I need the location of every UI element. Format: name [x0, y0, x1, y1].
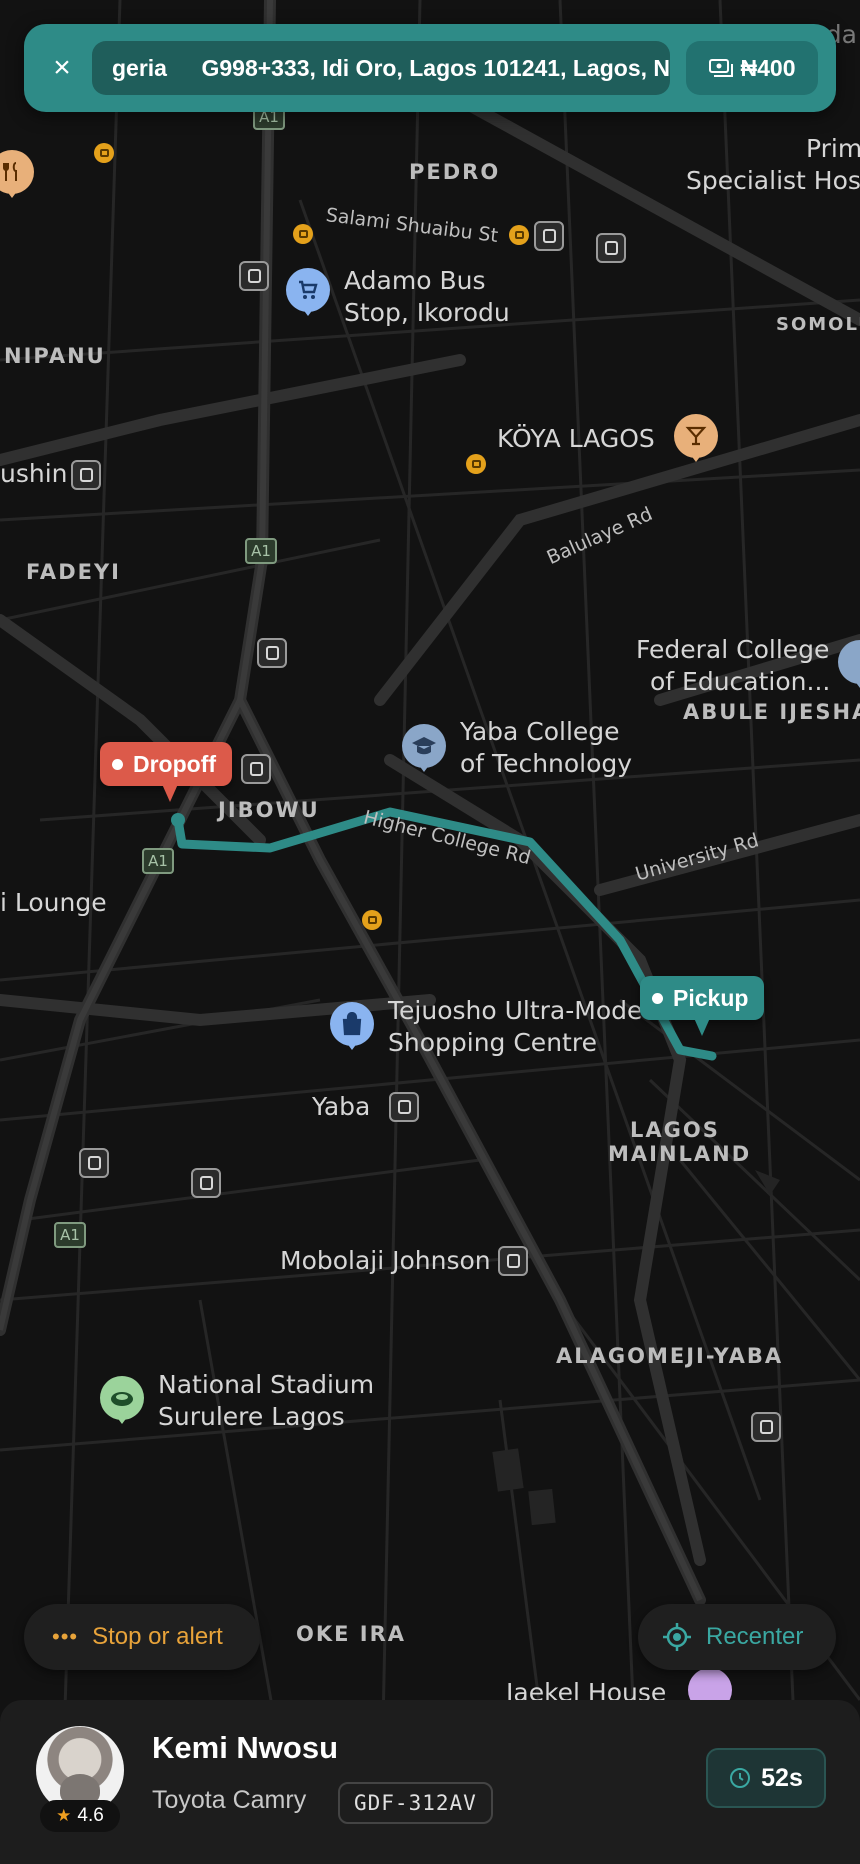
- fare-amount: ₦400: [740, 54, 796, 81]
- bus-stop-icon[interactable]: [71, 460, 101, 490]
- place-federal-line2: of Education...: [650, 667, 831, 696]
- place-adamo-line2: Stop, Ikorodu: [344, 298, 510, 327]
- rating-value: 4.6: [77, 1805, 104, 1826]
- shopping-bag-icon[interactable]: [330, 1002, 374, 1050]
- place-stadium-line1: National Stadium: [158, 1370, 375, 1399]
- star-icon: ★: [56, 1806, 72, 1825]
- driver-card: ★ 4.6 Kemi Nwosu Toyota Camry GDF-312AV …: [0, 1700, 860, 1864]
- district-pedro: PEDRO: [409, 160, 501, 184]
- district-fadeyi: FADEYI: [26, 560, 121, 584]
- bus-stop-icon[interactable]: [534, 221, 564, 251]
- pickup-pin[interactable]: Pickup: [640, 976, 765, 1036]
- transit-stop-icon[interactable]: [466, 454, 486, 474]
- recenter-label: Recenter: [706, 1623, 804, 1650]
- place-stadium-line2: Surulere Lagos: [158, 1402, 345, 1431]
- transit-stop-icon[interactable]: [509, 225, 529, 245]
- eta-value: 52s: [761, 1763, 803, 1792]
- highway-shield: A1: [54, 1222, 86, 1248]
- stop-or-alert-label: Stop or alert: [92, 1623, 223, 1650]
- place-yaba: Yaba: [312, 1092, 371, 1121]
- bus-stop-icon[interactable]: [498, 1246, 528, 1276]
- place-mobolaji: Mobolaji Johnson: [280, 1246, 491, 1275]
- cocktail-icon[interactable]: [674, 414, 718, 462]
- eta-badge: 52s: [706, 1748, 826, 1808]
- place-yaba-college-line2: of Technology: [460, 749, 633, 778]
- trip-header: × geria G998+333, Idi Oro, Lagos 101241,…: [24, 24, 836, 112]
- dropoff-label: Dropoff: [133, 750, 217, 777]
- stadium-icon[interactable]: [100, 1376, 144, 1424]
- transit-stop-icon[interactable]: [293, 224, 313, 244]
- dropoff-pin[interactable]: Dropoff: [100, 742, 233, 802]
- place-ushin: ushin: [0, 459, 68, 488]
- place-tejuosho-line2: Shopping Centre: [388, 1028, 597, 1057]
- bus-stop-icon[interactable]: [257, 638, 287, 668]
- district-abule-ijesha: ABULE IJESHA: [683, 700, 860, 724]
- district-lagos: LAGOS: [630, 1118, 720, 1142]
- more-dots-icon: •••: [52, 1624, 79, 1649]
- bus-stop-icon[interactable]: [191, 1168, 221, 1198]
- place-prim-line2: Specialist Hos: [686, 166, 860, 195]
- bus-stop-icon[interactable]: [389, 1092, 419, 1122]
- license-plate: GDF-312AV: [338, 1782, 493, 1824]
- close-button[interactable]: ×: [32, 38, 92, 98]
- graduation-cap-icon[interactable]: [402, 724, 446, 772]
- district-oke-ira: OKE IRA: [296, 1622, 407, 1646]
- transit-stop-icon[interactable]: [362, 910, 382, 930]
- fare-badge: ₦400: [686, 41, 818, 95]
- shopping-cart-icon[interactable]: [286, 268, 330, 316]
- place-yaba-college-line1: Yaba College: [460, 717, 620, 746]
- driver-name: Kemi Nwosu: [152, 1730, 339, 1765]
- driver-rating: ★ 4.6: [40, 1800, 120, 1832]
- route-to: G998+333, Idi Oro, Lagos 101241, Lagos, …: [201, 54, 670, 81]
- stop-or-alert-button[interactable]: ••• Stop or alert: [24, 1604, 260, 1670]
- dropoff-dot: [112, 758, 123, 770]
- place-lounge: i Lounge: [0, 888, 107, 917]
- pickup-label: Pickup: [673, 984, 749, 1011]
- crosshair-icon: [663, 1623, 691, 1651]
- recenter-button[interactable]: Recenter: [638, 1604, 836, 1670]
- route-summary[interactable]: geria G998+333, Idi Oro, Lagos 101241, L…: [92, 41, 670, 95]
- bus-stop-icon[interactable]: [751, 1412, 781, 1442]
- clock-icon: [730, 1768, 751, 1788]
- cash-icon: [708, 59, 733, 77]
- bus-stop-icon[interactable]: [596, 233, 626, 263]
- highway-shield: A1: [245, 538, 277, 564]
- place-federal-line1: Federal College: [636, 635, 830, 664]
- pickup-dot: [652, 992, 663, 1004]
- district-alagomeji: ALAGOMEJI-YABA: [556, 1344, 784, 1368]
- bus-stop-icon[interactable]: [241, 754, 271, 784]
- car-model: Toyota Camry: [152, 1786, 307, 1814]
- bus-stop-icon[interactable]: [79, 1148, 109, 1178]
- district-jibowu: JIBOWU: [218, 798, 320, 822]
- route-from: geria: [112, 54, 167, 81]
- close-icon: ×: [53, 51, 71, 84]
- highway-shield: A1: [142, 848, 174, 874]
- place-adamo-line1: Adamo Bus: [344, 266, 486, 295]
- district-somolu: SOMOLU: [776, 314, 860, 335]
- district-nipanu: NIPANU: [4, 344, 106, 368]
- district-mainland: MAINLAND: [608, 1142, 752, 1166]
- place-koya: KÖYA LAGOS: [497, 424, 655, 453]
- place-tejuosho-line1: Tejuosho Ultra-Mode: [388, 996, 643, 1025]
- transit-stop-icon[interactable]: [94, 143, 114, 163]
- bus-stop-icon[interactable]: [239, 261, 269, 291]
- place-prim-line1: Prim: [806, 134, 860, 163]
